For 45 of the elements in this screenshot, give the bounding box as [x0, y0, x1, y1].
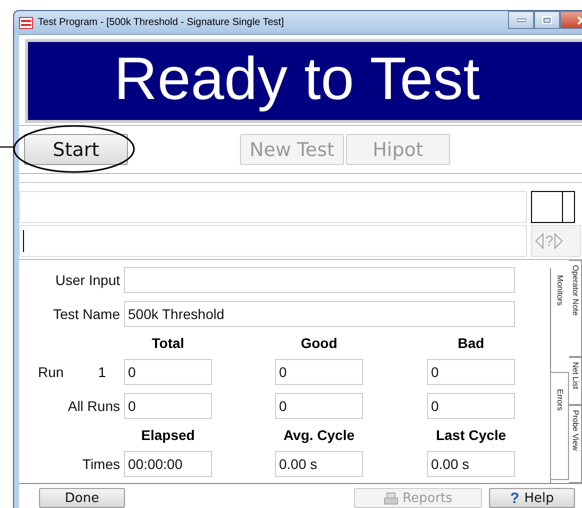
field-label: Times — [81, 456, 121, 472]
input-field[interactable]: 0 — [275, 393, 363, 420]
right-triangle-icon — [554, 233, 564, 250]
column-header: Bad — [456, 335, 486, 352]
field-label: Run — [38, 364, 64, 380]
toolbar-button[interactable]: Start — [24, 134, 128, 166]
window-title: Test Program - [500k Threshold - Signature Single Test] — [38, 17, 285, 28]
column-header: Avg. Cycle — [282, 427, 356, 444]
left-triangle-icon — [535, 233, 544, 250]
printer-icon — [384, 492, 398, 505]
footer-button[interactable]: ? Help — [489, 488, 575, 508]
side-tab[interactable]: Net List — [569, 357, 582, 406]
input-field[interactable] — [124, 267, 515, 294]
app-icon — [19, 16, 33, 28]
input-field[interactable]: 00:00:00 — [124, 451, 212, 478]
help-icon: ? — [510, 490, 520, 507]
side-tab[interactable]: Errors — [550, 372, 569, 480]
message-field[interactable] — [19, 225, 527, 258]
column-header: Total — [150, 335, 186, 352]
run-number-field[interactable]: 1 — [84, 360, 120, 384]
field-label: Test Name — [52, 306, 121, 322]
input-field[interactable]: 0 — [275, 359, 363, 386]
input-field[interactable]: 0 — [427, 393, 515, 420]
status-text: Ready to Test — [114, 49, 480, 114]
side-tab[interactable]: Operator Note — [569, 260, 582, 358]
side-tab[interactable]: Probe View — [569, 405, 582, 484]
input-field[interactable]: 0.00 s — [427, 451, 515, 478]
maximize-icon — [542, 16, 552, 24]
column-header: Last Cycle — [434, 427, 508, 444]
help-symbol: ? — [545, 234, 554, 249]
minimize-icon — [516, 18, 526, 22]
input-field[interactable]: 0.00 s — [275, 451, 363, 478]
column-header: Good — [300, 335, 338, 352]
input-field[interactable]: 500k Threshold — [124, 301, 515, 328]
footer-button[interactable]: Done — [39, 488, 125, 508]
input-field[interactable]: 0 — [427, 359, 515, 386]
text-cursor — [23, 230, 24, 252]
field-label: User Input — [54, 272, 121, 288]
maximize-button[interactable] — [534, 11, 560, 29]
input-field[interactable]: 0 — [124, 393, 212, 420]
leader-line — [0, 145, 14, 149]
minimize-button[interactable] — [508, 11, 534, 29]
input-field[interactable]: 0 — [124, 359, 212, 386]
field-label: All Runs — [66, 398, 121, 414]
column-header: Elapsed — [140, 427, 196, 444]
